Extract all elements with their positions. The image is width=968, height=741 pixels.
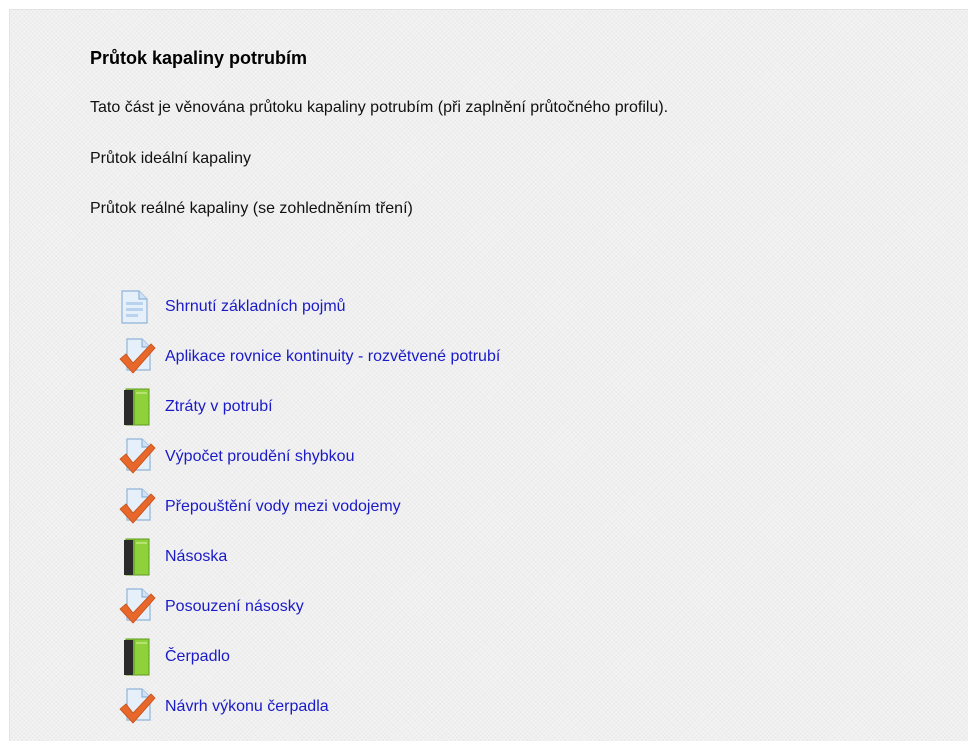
quiz-check-icon[interactable] bbox=[118, 438, 158, 476]
activity-link[interactable]: Přepouštění vody mezi vodojemy bbox=[165, 498, 401, 516]
section-title: Průtok kapaliny potrubím bbox=[90, 48, 308, 68]
activity-item[interactable]: Ztráty v potrubí bbox=[118, 382, 500, 432]
activity-list: Shrnutí základních pojmů Aplikace rovnic… bbox=[118, 282, 500, 732]
activity-item[interactable]: Přepouštění vody mezi vodojemy bbox=[118, 482, 500, 532]
activity-link[interactable]: Aplikace rovnice kontinuity - rozvětvené… bbox=[165, 348, 500, 366]
quiz-check-icon[interactable] bbox=[118, 688, 158, 726]
activity-link[interactable]: Výpočet proudění shybkou bbox=[165, 448, 354, 466]
activity-link[interactable]: Ztráty v potrubí bbox=[165, 398, 273, 416]
book-icon[interactable] bbox=[118, 388, 158, 426]
activity-item[interactable]: Násoska bbox=[118, 532, 500, 582]
activity-item[interactable]: Posouzení násosky bbox=[118, 582, 500, 632]
activity-link[interactable]: Návrh výkonu čerpadla bbox=[165, 698, 329, 716]
quiz-check-icon[interactable] bbox=[118, 488, 158, 526]
page-icon[interactable] bbox=[118, 288, 158, 326]
activity-link[interactable]: Čerpadlo bbox=[165, 648, 230, 666]
course-section-panel: Průtok kapaliny potrubím Tato část je vě… bbox=[9, 9, 968, 741]
quiz-check-icon[interactable] bbox=[118, 588, 158, 626]
book-icon[interactable] bbox=[118, 538, 158, 576]
section-summary-intro: Tato část je věnována průtoku kapaliny p… bbox=[90, 99, 669, 116]
book-icon[interactable] bbox=[118, 638, 158, 676]
activity-link[interactable]: Násoska bbox=[165, 548, 227, 566]
activity-item[interactable]: Shrnutí základních pojmů bbox=[118, 282, 500, 332]
quiz-check-icon[interactable] bbox=[118, 338, 158, 376]
activity-link[interactable]: Shrnutí základních pojmů bbox=[165, 298, 346, 316]
activity-link[interactable]: Posouzení násosky bbox=[165, 598, 304, 616]
activity-item[interactable]: Čerpadlo bbox=[118, 632, 500, 682]
activity-item[interactable]: Výpočet proudění shybkou bbox=[118, 432, 500, 482]
section-summary-real-fluid: Průtok reálné kapaliny (se zohledněním t… bbox=[90, 200, 413, 217]
activity-item[interactable]: Aplikace rovnice kontinuity - rozvětvené… bbox=[118, 332, 500, 382]
section-summary-ideal-fluid: Průtok ideální kapaliny bbox=[90, 150, 251, 167]
activity-item[interactable]: Návrh výkonu čerpadla bbox=[118, 682, 500, 732]
